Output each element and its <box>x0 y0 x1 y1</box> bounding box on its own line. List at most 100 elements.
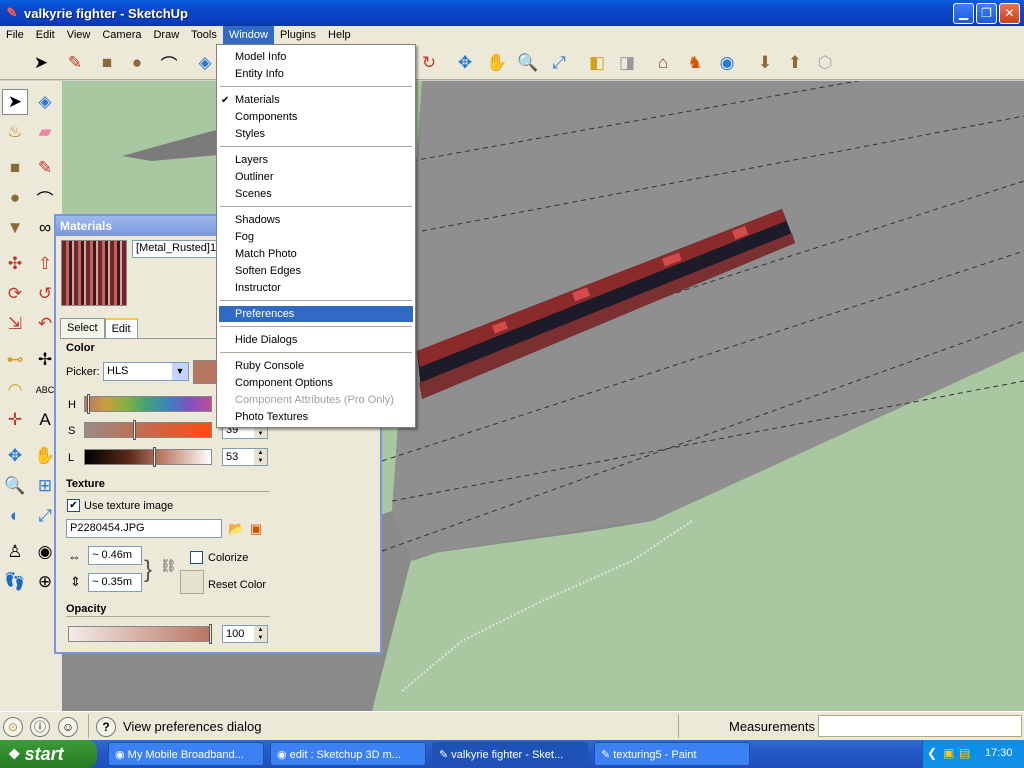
tab-select[interactable]: Select <box>60 318 105 338</box>
clock[interactable]: 17:30 <box>985 747 1013 759</box>
tape-measure-icon[interactable]: ⊷ <box>2 347 28 373</box>
opacity-slider-thumb[interactable] <box>209 624 212 644</box>
tab-edit[interactable]: Edit <box>104 318 138 338</box>
taskbar-item-chrome[interactable]: ◉ edit : Sketchup 3D m... <box>270 742 426 766</box>
menu-item-instructor[interactable]: Instructor <box>219 280 413 296</box>
move-tool-icon[interactable]: ✣ <box>2 251 28 277</box>
texture-file-field[interactable]: P2280454.JPG <box>66 519 222 538</box>
menu-plugins[interactable]: Plugins <box>274 26 322 44</box>
lightness-slider-thumb[interactable] <box>153 447 156 467</box>
scale-tool-icon[interactable]: ⇲ <box>2 311 28 337</box>
orbit-tool-icon[interactable]: ✥ <box>452 50 478 76</box>
menu-item-styles[interactable]: Styles <box>219 126 413 142</box>
previous-view-icon[interactable]: ◧ <box>584 50 610 76</box>
menu-item-preferences[interactable]: Preferences <box>219 306 413 322</box>
spinner-arrows-icon[interactable]: ▲▼ <box>254 626 267 642</box>
menu-view[interactable]: View <box>61 26 97 44</box>
taskbar-item-broadband[interactable]: ◉ My Mobile Broadband... <box>108 742 264 766</box>
google-earth-icon[interactable]: ◉ <box>714 50 740 76</box>
menu-item-materials[interactable]: Materials <box>219 92 413 108</box>
edit-texture-icon[interactable]: ▣ <box>250 521 262 537</box>
texture-width-field[interactable]: ~ 0.46m <box>88 546 142 565</box>
menu-item-match-photo[interactable]: Match Photo <box>219 246 413 262</box>
hue-slider-thumb[interactable] <box>87 394 90 414</box>
taskbar-item-paint[interactable]: ✎ texturing5 - Paint <box>594 742 750 766</box>
menu-item-soften-edges[interactable]: Soften Edges <box>219 263 413 279</box>
circle-tool-icon[interactable]: ● <box>124 50 150 76</box>
current-color-chip[interactable] <box>193 360 217 384</box>
measurements-field[interactable] <box>818 715 1022 737</box>
tray-expand-icon[interactable]: ❮ <box>927 746 937 760</box>
link-aspect-icon[interactable]: ⛓ <box>160 558 177 574</box>
minimize-button[interactable]: ▁ <box>953 2 974 24</box>
menu-file[interactable]: File <box>0 26 30 44</box>
window-titlebar[interactable]: ✎ valkyrie fighter - SketchUp ▁ ❐ ✕ <box>0 0 1024 26</box>
spinner-arrows-icon[interactable]: ▲▼ <box>254 449 267 465</box>
axes-tool-icon[interactable]: ✛ <box>2 407 28 433</box>
menu-item-entity-info[interactable]: Entity Info <box>219 66 413 82</box>
select-tool-icon[interactable]: ➤ <box>28 50 54 76</box>
menu-window[interactable]: Window <box>222 26 274 44</box>
menu-item-component-options[interactable]: Component Options <box>219 375 413 391</box>
material-preview-swatch[interactable] <box>61 240 127 306</box>
rotate-tool-icon[interactable]: ⟳ <box>2 281 28 307</box>
menu-camera[interactable]: Camera <box>96 26 147 44</box>
reset-color-swatch[interactable] <box>180 570 204 594</box>
menu-edit[interactable]: Edit <box>30 26 61 44</box>
paint-bucket-icon[interactable]: ♨ <box>2 119 28 145</box>
toggle-terrain-icon[interactable]: ♞ <box>682 50 708 76</box>
rectangle-tool-icon[interactable]: ■ <box>2 155 28 181</box>
zoom-extents-icon[interactable]: ⤢ <box>546 50 572 76</box>
component-tool-icon[interactable]: ◈ <box>32 89 58 115</box>
eraser-tool-icon[interactable]: ▰ <box>32 119 58 145</box>
walk-tool-icon[interactable]: 👣 <box>2 569 28 595</box>
share-model-icon[interactable]: ⬆ <box>782 50 808 76</box>
zoom-tool-icon[interactable]: 🔍 <box>515 50 541 76</box>
picker-select[interactable]: HLS ▼ <box>103 362 189 381</box>
polygon-tool-icon[interactable]: ▼ <box>2 215 28 241</box>
next-view-icon[interactable]: ◨ <box>614 50 640 76</box>
texture-height-field[interactable]: ~ 0.35m <box>88 573 142 592</box>
close-button[interactable]: ✕ <box>999 2 1020 24</box>
zoom-tool-icon[interactable]: 🔍 <box>2 473 28 499</box>
tray-network-icon[interactable]: ▤ <box>959 746 970 760</box>
credits-icon[interactable]: ⓘ <box>30 717 50 737</box>
opacity-spinner[interactable]: 100 ▲ ▼ <box>222 625 268 643</box>
make-component-icon[interactable]: ◈ <box>192 50 218 76</box>
protractor-tool-icon[interactable]: ◠ <box>2 377 28 403</box>
restore-button[interactable]: ❐ <box>976 2 997 24</box>
menu-item-photo-textures[interactable]: Photo Textures <box>219 409 413 425</box>
menu-item-model-info[interactable]: Model Info <box>219 49 413 65</box>
menu-tools[interactable]: Tools <box>185 26 223 44</box>
start-button[interactable]: ❖ start <box>0 740 97 768</box>
menu-item-scenes[interactable]: Scenes <box>219 186 413 202</box>
chevron-down-icon[interactable]: ▼ <box>172 363 188 380</box>
share-component-icon[interactable]: ⬡ <box>812 50 838 76</box>
lightness-spinner[interactable]: 53 ▲ ▼ <box>222 448 268 466</box>
menu-item-layers[interactable]: Layers <box>219 152 413 168</box>
menu-draw[interactable]: Draw <box>147 26 185 44</box>
menu-item-fog[interactable]: Fog <box>219 229 413 245</box>
arc-tool-icon[interactable]: ⌒ <box>32 185 58 211</box>
lightness-slider[interactable] <box>84 447 212 467</box>
menu-item-hide-dialogs[interactable]: Hide Dialogs <box>219 332 413 348</box>
orbit-tool-icon[interactable]: ✥ <box>2 443 28 469</box>
rectangle-tool-icon[interactable]: ■ <box>94 50 120 76</box>
position-camera-icon[interactable]: ♙ <box>2 539 28 565</box>
hue-slider[interactable] <box>84 394 212 414</box>
menu-item-shadows[interactable]: Shadows <box>219 212 413 228</box>
get-models-icon[interactable]: ⬇ <box>752 50 778 76</box>
tray-app-icon[interactable]: ▣ <box>943 746 954 760</box>
circle-tool-icon[interactable]: ● <box>2 185 28 211</box>
add-location-icon[interactable]: ⌂ <box>650 50 676 76</box>
arc-tool-icon[interactable]: ⌒ <box>156 50 182 76</box>
taskbar-item-sketchup[interactable]: ✎ valkyrie fighter - Sket... <box>432 742 588 766</box>
user-icon[interactable]: ☺ <box>58 717 78 737</box>
menu-item-ruby-console[interactable]: Ruby Console <box>219 358 413 374</box>
select-tool-icon[interactable]: ➤ <box>2 89 28 115</box>
browse-folder-icon[interactable]: 📂 <box>228 521 244 537</box>
opacity-slider[interactable] <box>68 624 212 644</box>
help-icon[interactable]: ? <box>96 717 116 737</box>
saturation-slider[interactable] <box>84 420 212 440</box>
menu-item-outliner[interactable]: Outliner <box>219 169 413 185</box>
